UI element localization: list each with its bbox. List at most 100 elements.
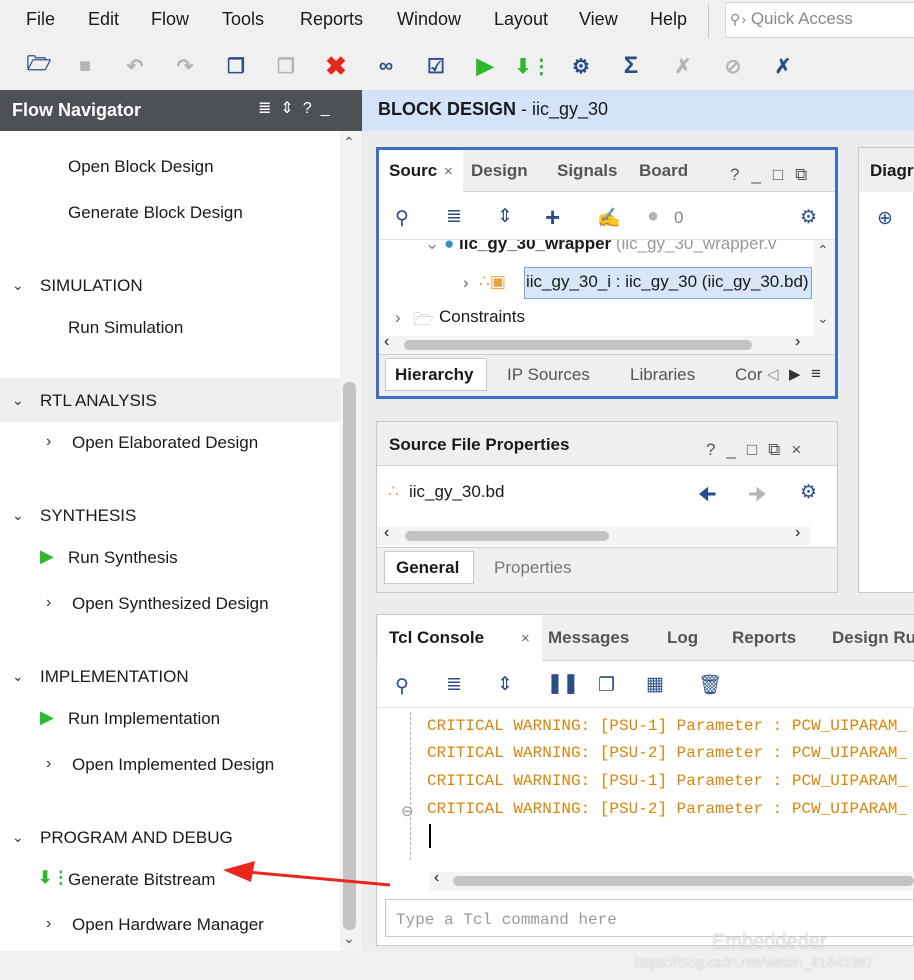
flow-open-elaborated-design[interactable]: Open Elaborated Design	[72, 433, 258, 453]
console-hscroll[interactable]: ‹	[429, 869, 914, 890]
flow-run-synthesis[interactable]: Run Synthesis	[68, 548, 178, 568]
bitstream-icon[interactable]: ⬇⋮	[515, 52, 552, 80]
settings-icon[interactable]: ⚙	[800, 206, 817, 229]
flow-open-hardware-manager[interactable]: Open Hardware Manager	[72, 915, 264, 935]
flow-section-program-debug[interactable]: PROGRAM AND DEBUG	[40, 828, 233, 848]
sources-vscroll[interactable]: ⌃ ⌄	[813, 240, 835, 336]
panel-window-controls[interactable]: ?_□⧉	[730, 165, 819, 185]
copy-icon[interactable]: ❐	[598, 674, 615, 697]
delete-icon[interactable]: ✖	[321, 51, 351, 81]
scrollbar-thumb[interactable]	[404, 340, 752, 350]
probe-icon[interactable]: ⊘	[718, 52, 748, 80]
tab-libraries[interactable]: Libraries	[630, 365, 695, 385]
paste-icon[interactable]: ❐	[271, 52, 301, 80]
redo-icon[interactable]: ↷	[170, 52, 200, 80]
flow-generate-block-design[interactable]: Generate Block Design	[68, 203, 243, 223]
open-project-icon[interactable]: 🗁	[24, 52, 54, 80]
scrollbar-thumb[interactable]	[405, 531, 609, 541]
tree-constraints[interactable]: Constraints	[439, 307, 525, 327]
tab-tcl-console[interactable]: Tcl Console	[389, 628, 484, 648]
menu-flow[interactable]: Flow	[151, 9, 189, 30]
search-icon[interactable]: ⚲	[395, 207, 409, 230]
trash-icon[interactable]: 🗑	[698, 673, 722, 697]
chevron-down-icon[interactable]: ⌄	[12, 277, 24, 294]
chevron-right-icon[interactable]: ›	[46, 915, 51, 933]
scroll-right-icon[interactable]: ›	[795, 333, 800, 351]
sigma-icon[interactable]: Σ	[616, 52, 646, 80]
tabs-menu-icon[interactable]: ≡	[811, 364, 821, 384]
collapse-all-icon[interactable]: ≣	[446, 673, 462, 696]
scroll-down-icon[interactable]: ⌄	[343, 930, 355, 947]
menu-help[interactable]: Help	[650, 9, 687, 30]
save-icon[interactable]: ■	[70, 52, 100, 80]
collapse-all-icon[interactable]: ≣	[446, 205, 462, 228]
scroll-down-icon[interactable]: ⌄	[817, 310, 829, 327]
quick-access-field[interactable]: ⚲ › Quick Access	[725, 2, 914, 38]
flow-generate-bitstream[interactable]: Generate Bitstream	[68, 870, 215, 890]
forward-arrow-icon[interactable]: 🠊	[748, 480, 767, 514]
chevron-down-icon[interactable]: ⌄	[425, 240, 439, 253]
flow-section-synthesis[interactable]: SYNTHESIS	[40, 506, 136, 526]
chevron-right-icon[interactable]: ›	[395, 308, 401, 328]
help-doc-icon[interactable]: ✍	[597, 206, 621, 230]
tab-sources[interactable]: Sourc	[389, 161, 437, 181]
tab-reports[interactable]: Reports	[732, 628, 796, 648]
tab-hierarchy[interactable]: Hierarchy	[395, 365, 473, 385]
scroll-left-icon[interactable]: ‹	[434, 869, 439, 887]
debug-icon[interactable]: ✗	[668, 52, 698, 80]
tab-board[interactable]: Board	[639, 161, 688, 181]
flow-open-implemented-design[interactable]: Open Implemented Design	[72, 755, 274, 775]
tab-general[interactable]: General	[396, 558, 459, 578]
scroll-left-icon[interactable]: ‹	[384, 333, 389, 351]
tab-log[interactable]: Log	[667, 628, 698, 648]
expand-all-icon[interactable]: ⇕	[497, 673, 513, 696]
tab-properties[interactable]: Properties	[494, 558, 571, 578]
chevron-right-icon[interactable]: ›	[46, 594, 51, 612]
tools-icon[interactable]: ✗	[768, 52, 798, 80]
properties-hscroll[interactable]: ‹ ›	[377, 524, 811, 545]
flow-navigator-controls[interactable]: ≣⇕?_	[258, 98, 339, 118]
flow-open-block-design[interactable]: Open Block Design	[68, 157, 214, 177]
chevron-right-icon[interactable]: ›	[463, 273, 469, 293]
tab-compile-order[interactable]: Cor	[735, 365, 762, 385]
chevron-down-icon[interactable]: ⌄	[12, 392, 24, 409]
menu-edit[interactable]: Edit	[88, 9, 119, 30]
menu-reports[interactable]: Reports	[300, 9, 363, 30]
scroll-up-icon[interactable]: ⌃	[817, 242, 829, 259]
menu-view[interactable]: View	[579, 9, 618, 30]
settings-icon[interactable]: ⚙	[800, 481, 817, 504]
search-icon[interactable]: ⚲	[395, 675, 409, 698]
menu-tools[interactable]: Tools	[222, 9, 264, 30]
expand-all-icon[interactable]: ⇕	[497, 205, 513, 228]
settings-icon[interactable]: ⚙	[566, 52, 596, 80]
chevron-right-icon[interactable]: ›	[46, 755, 51, 773]
flow-section-implementation[interactable]: IMPLEMENTATION	[40, 667, 189, 687]
flow-run-implementation[interactable]: Run Implementation	[68, 709, 220, 729]
scroll-right-icon[interactable]: ›	[795, 524, 800, 542]
tcl-command-input[interactable]: Type a Tcl command here	[385, 899, 914, 937]
tab-messages[interactable]: Messages	[548, 628, 629, 648]
tree-row-wrapper[interactable]: ⌄ ● iic_gy_30_wrapper (iic_gy_30_wrapper…	[425, 240, 777, 254]
tabs-right-icon[interactable]: ▶	[789, 365, 801, 383]
panel-window-controls[interactable]: ?_□⧉×	[706, 440, 812, 460]
close-icon[interactable]: ×	[444, 163, 453, 180]
scroll-left-icon[interactable]: ‹	[384, 524, 389, 542]
add-source-icon[interactable]: +	[545, 202, 560, 233]
flow-section-rtl-analysis[interactable]: RTL ANALYSIS	[40, 391, 157, 411]
chevron-down-icon[interactable]: ⌄	[12, 829, 24, 846]
tab-design[interactable]: Design	[471, 161, 528, 181]
copy-icon[interactable]: ❐	[221, 52, 251, 80]
chevron-down-icon[interactable]: ⌄	[12, 668, 24, 685]
back-arrow-icon[interactable]: 🠈	[698, 480, 717, 514]
checkbox-icon[interactable]: ☑	[421, 52, 451, 80]
pause-icon[interactable]: ❚❚	[547, 672, 579, 695]
sources-hscroll[interactable]: ‹ ›	[379, 333, 835, 354]
columns-icon[interactable]: ▦	[646, 673, 664, 696]
chevron-right-icon[interactable]: ›	[46, 433, 51, 451]
scroll-up-icon[interactable]: ⌃	[343, 134, 355, 151]
flow-run-simulation[interactable]: Run Simulation	[68, 318, 183, 338]
tab-signals[interactable]: Signals	[557, 161, 617, 181]
binoculars-icon[interactable]: ∞	[371, 52, 401, 80]
undo-icon[interactable]: ↶	[120, 52, 150, 80]
tree-bd-instance[interactable]: iic_gy_30_i : iic_gy_30 (iic_gy_30.bd)	[526, 272, 809, 292]
